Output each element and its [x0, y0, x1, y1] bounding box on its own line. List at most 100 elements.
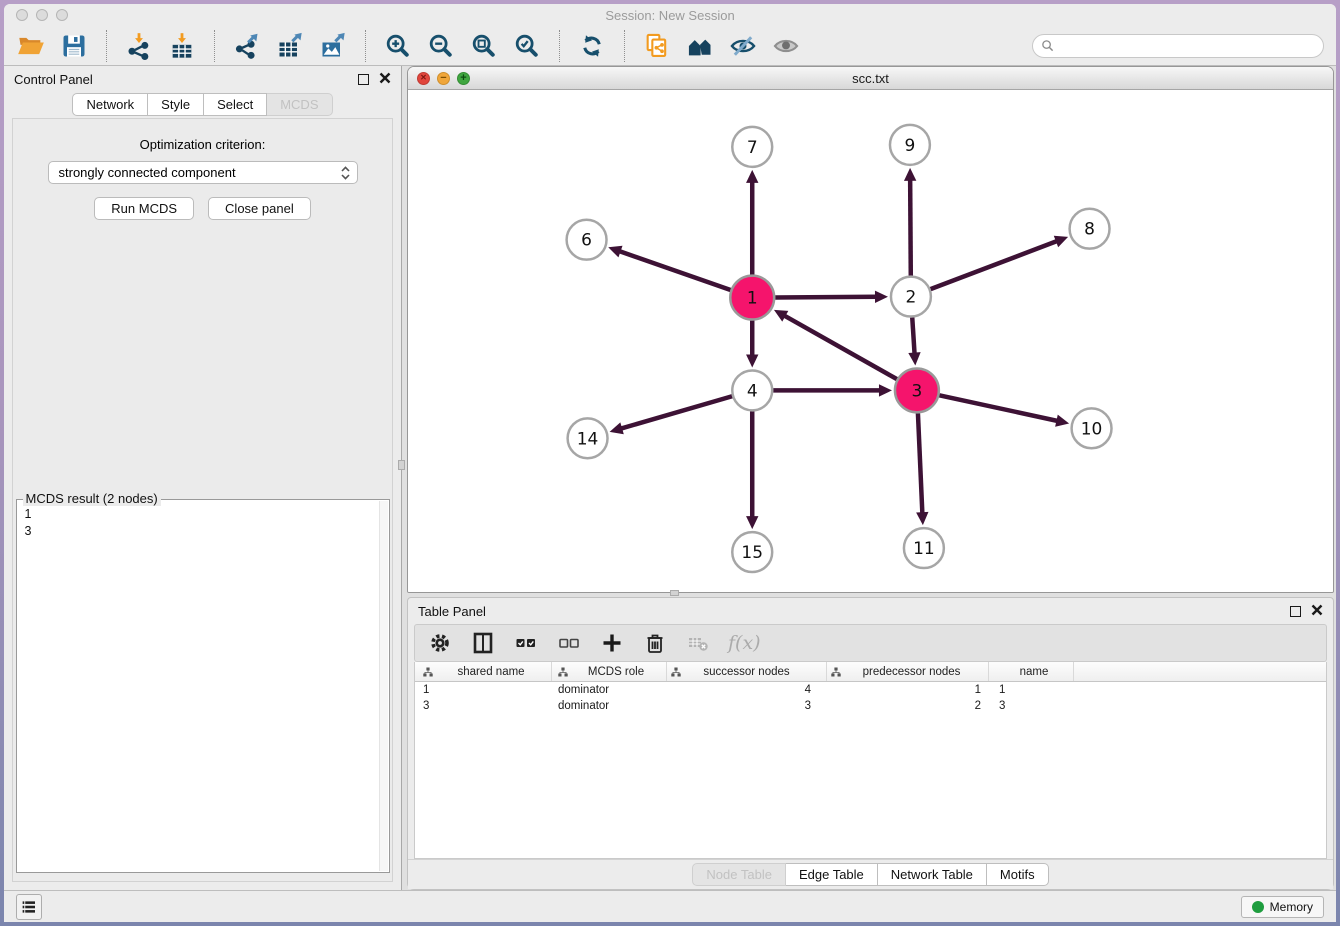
graph-edge-4-3[interactable]	[773, 384, 892, 396]
cell-successor-nodes[interactable]: 3	[667, 700, 827, 712]
graph-node-8[interactable]: 8	[1070, 209, 1110, 249]
close-panel-icon[interactable]	[379, 72, 391, 87]
tab-edge-table[interactable]: Edge Table	[786, 863, 878, 886]
run-mcds-button[interactable]: Run MCDS	[94, 197, 194, 220]
close-table-panel-icon[interactable]	[1311, 604, 1323, 619]
graph-edge-1-4[interactable]	[746, 321, 758, 368]
graph-node-7[interactable]: 7	[732, 127, 772, 167]
network-canvas[interactable]: 1 2 3 4 6 7 8 9 10 11 14 15	[408, 90, 1333, 592]
memory-button[interactable]: Memory	[1241, 896, 1324, 918]
cell-mcds-role[interactable]: dominator	[552, 684, 667, 696]
graph-edge-2-3[interactable]	[908, 318, 920, 366]
cell-predecessor-nodes[interactable]: 2	[827, 700, 989, 712]
export-table-icon[interactable]	[275, 31, 305, 61]
refresh-icon[interactable]	[577, 31, 607, 61]
hide-selected-icon[interactable]	[728, 31, 758, 61]
memory-button-label: Memory	[1270, 900, 1313, 914]
import-table-icon[interactable]	[167, 31, 197, 61]
mcds-result-text[interactable]: 1 3	[17, 500, 389, 540]
criterion-select[interactable]: strongly connected component	[48, 161, 358, 184]
column-header-mcds-role[interactable]: MCDS role	[552, 662, 667, 681]
result-scrollbar[interactable]	[379, 501, 388, 871]
deselect-all-rows-icon[interactable]	[556, 630, 582, 656]
search-input[interactable]	[1059, 39, 1315, 53]
add-column-icon[interactable]	[599, 630, 625, 656]
column-type-icon	[671, 667, 681, 677]
graph-edge-2-8[interactable]	[931, 236, 1069, 289]
float-table-panel-icon[interactable]	[1290, 606, 1301, 617]
graph-node-15[interactable]: 15	[732, 532, 772, 572]
graph-edge-4-15[interactable]	[746, 411, 758, 529]
graph-node-10[interactable]: 10	[1072, 408, 1112, 448]
zoom-fit-icon[interactable]	[469, 31, 499, 61]
tab-node-table[interactable]: Node Table	[692, 863, 786, 886]
graph-node-14[interactable]: 14	[568, 418, 608, 458]
tab-select[interactable]: Select	[204, 93, 267, 116]
show-columns-icon[interactable]	[470, 630, 496, 656]
splitter-handle[interactable]	[398, 460, 405, 470]
cell-successor-nodes[interactable]: 4	[667, 684, 827, 696]
graph-edge-3-10[interactable]	[939, 395, 1069, 426]
float-panel-icon[interactable]	[358, 74, 369, 85]
graph-edge-1-6[interactable]	[608, 246, 730, 290]
tab-network-table[interactable]: Network Table	[878, 863, 987, 886]
zoom-out-icon[interactable]	[426, 31, 456, 61]
cell-shared-name[interactable]: 1	[415, 684, 552, 696]
app-title: Session: New Session	[4, 8, 1336, 23]
first-neighbors-icon[interactable]	[642, 31, 672, 61]
zoom-selected-icon[interactable]	[512, 31, 542, 61]
application-window: Session: New Session Cont	[4, 4, 1336, 922]
graph-node-4[interactable]: 4	[732, 370, 772, 410]
delete-column-trash-icon[interactable]	[642, 630, 668, 656]
task-history-button[interactable]	[16, 894, 42, 920]
network-graph[interactable]: 1 2 3 4 6 7 8 9 10 11 14 15	[408, 90, 1333, 592]
graph-edge-1-2[interactable]	[775, 291, 888, 303]
show-all-icon[interactable]	[771, 31, 801, 61]
cell-name[interactable]: 1	[989, 684, 1074, 696]
graph-node-6[interactable]: 6	[567, 220, 607, 260]
cell-name[interactable]: 3	[989, 700, 1074, 712]
select-all-rows-icon[interactable]	[513, 630, 539, 656]
tab-style[interactable]: Style	[148, 93, 204, 116]
graph-node-3[interactable]: 3	[895, 368, 939, 412]
save-session-icon[interactable]	[59, 31, 89, 61]
graph-edge-2-9[interactable]	[904, 168, 916, 276]
toolbar-separator	[624, 30, 625, 62]
cell-predecessor-nodes[interactable]: 1	[827, 684, 989, 696]
graph-edge-4-14[interactable]	[610, 396, 733, 434]
graph-node-1[interactable]: 1	[730, 276, 774, 320]
network-window-titlebar[interactable]: scc.txt	[408, 67, 1333, 90]
search-field[interactable]	[1032, 34, 1324, 58]
graph-edge-3-11[interactable]	[916, 413, 928, 525]
graph-node-9[interactable]: 9	[890, 125, 930, 165]
column-header-successor-nodes[interactable]: successor nodes	[667, 662, 827, 681]
graph-edge-3-1[interactable]	[774, 310, 897, 379]
function-builder-icon-disabled: f(x)	[728, 632, 761, 654]
open-session-icon[interactable]	[16, 31, 46, 61]
column-header-shared-name[interactable]: shared name	[415, 662, 552, 681]
tab-network[interactable]: Network	[72, 93, 148, 116]
table-settings-gear-icon[interactable]	[427, 630, 453, 656]
table-panel-title: Table Panel	[418, 604, 486, 619]
column-header-predecessor-nodes[interactable]: predecessor nodes	[827, 662, 989, 681]
graph-node-label: 4	[747, 380, 758, 400]
graph-edge-1-7[interactable]	[746, 170, 758, 275]
import-network-icon[interactable]	[124, 31, 154, 61]
nested-networks-icon[interactable]	[685, 31, 715, 61]
mcds-panel: Optimization criterion: strongly connect…	[12, 118, 393, 882]
tab-motifs[interactable]: Motifs	[987, 863, 1049, 886]
column-header-name[interactable]: name	[989, 662, 1074, 681]
export-image-icon[interactable]	[318, 31, 348, 61]
cell-mcds-role[interactable]: dominator	[552, 700, 667, 712]
splitter-handle[interactable]	[670, 590, 679, 596]
graph-node-2[interactable]: 2	[891, 277, 931, 317]
graph-node-11[interactable]: 11	[904, 528, 944, 568]
tab-mcds[interactable]: MCDS	[267, 93, 332, 116]
cell-shared-name[interactable]: 3	[415, 700, 552, 712]
table-row[interactable]: 3 dominator 3 2 3	[415, 698, 1326, 714]
result-line: 1	[25, 506, 389, 523]
zoom-in-icon[interactable]	[383, 31, 413, 61]
table-row[interactable]: 1 dominator 4 1 1	[415, 682, 1326, 698]
close-panel-button[interactable]: Close panel	[208, 197, 311, 220]
export-network-icon[interactable]	[232, 31, 262, 61]
